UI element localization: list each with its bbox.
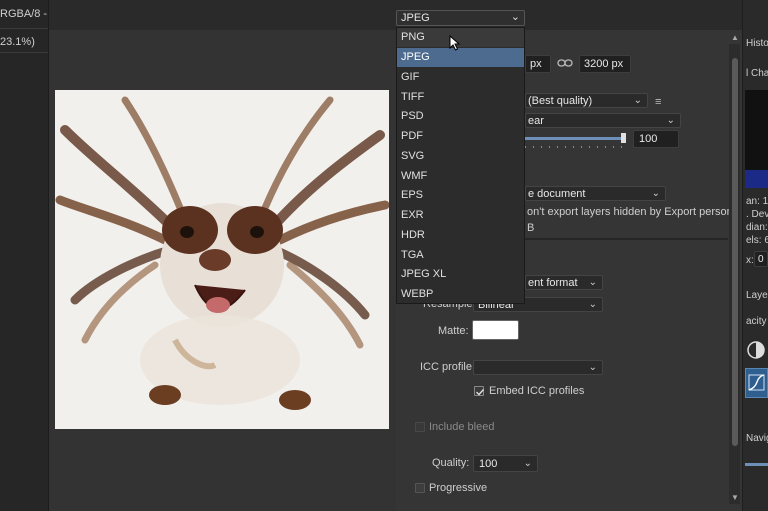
icc-profile-select[interactable]: ⌄ bbox=[473, 360, 603, 375]
quality-label: Quality: bbox=[432, 457, 470, 469]
navigator-zoom-slider[interactable] bbox=[745, 463, 768, 466]
histogram-bars bbox=[745, 170, 768, 188]
area-select[interactable]: e document ⌄ bbox=[525, 186, 666, 201]
stat-mean: an: 1 bbox=[746, 196, 768, 207]
export-note-2: B bbox=[527, 222, 535, 234]
chevron-down-icon: ⌄ bbox=[588, 362, 597, 373]
channel-select[interactable]: l Cha bbox=[746, 68, 768, 79]
include-bleed-checkbox[interactable] bbox=[415, 422, 425, 432]
quality-value: 100 bbox=[479, 458, 498, 470]
dog-painting bbox=[55, 90, 389, 429]
menu-icon[interactable]: ≡ bbox=[655, 96, 661, 108]
filter-value: ear bbox=[528, 115, 544, 127]
zoom-level: 23.1%) bbox=[0, 36, 35, 48]
chevron-down-icon: ⌄ bbox=[666, 115, 675, 126]
format-option[interactable]: GIF bbox=[397, 68, 524, 87]
format-option[interactable]: PDF bbox=[397, 127, 524, 146]
progressive-label: Progressive bbox=[429, 482, 488, 494]
format-option[interactable]: PSD bbox=[397, 107, 524, 126]
height-field[interactable]: 3200 px bbox=[579, 55, 631, 73]
stat-median: dian: bbox=[746, 222, 768, 233]
chevron-down-icon: ⌄ bbox=[588, 299, 597, 310]
stat-stddev: . Dev bbox=[746, 209, 768, 220]
chevron-down-icon: ⌄ bbox=[510, 11, 520, 23]
quality-select[interactable]: 100 ⌄ bbox=[473, 455, 538, 472]
stat-pixels: els: 6 bbox=[746, 235, 768, 246]
chevron-down-icon: ⌄ bbox=[523, 458, 532, 469]
icc-profile-label: ICC profile: bbox=[420, 361, 476, 373]
quality-slider[interactable] bbox=[525, 133, 626, 148]
format-option[interactable]: JPEG XL bbox=[397, 265, 524, 284]
format-option[interactable]: EPS bbox=[397, 186, 524, 205]
format-select-value: ent format bbox=[528, 277, 578, 289]
opacity-label: acity bbox=[746, 316, 767, 327]
file-format-value: JPEG bbox=[401, 12, 430, 24]
histogram-plot bbox=[745, 90, 768, 170]
navigator-tab[interactable]: Navig bbox=[746, 433, 768, 444]
width-suffix: px bbox=[530, 58, 542, 70]
chevron-down-icon: ⌄ bbox=[588, 277, 597, 288]
adjustment-icon[interactable] bbox=[746, 340, 766, 363]
progressive-checkbox[interactable] bbox=[415, 483, 425, 493]
x-field[interactable]: 0 bbox=[754, 251, 768, 267]
x-label: x: bbox=[746, 255, 754, 266]
scroll-up-icon[interactable]: ▲ bbox=[731, 33, 739, 42]
embed-icc-checkbox[interactable] bbox=[474, 386, 485, 396]
slider-handle[interactable] bbox=[621, 133, 626, 143]
resample-value: (Best quality) bbox=[528, 95, 593, 107]
height-value: 3200 px bbox=[584, 58, 624, 70]
matte-color-swatch[interactable] bbox=[472, 320, 519, 340]
chevron-down-icon: ⌄ bbox=[651, 188, 660, 199]
format-option[interactable]: WEBP bbox=[397, 285, 524, 304]
curves-icon[interactable] bbox=[745, 368, 768, 398]
file-format-dropdown[interactable]: JPEG ⌄ bbox=[396, 10, 525, 26]
histogram-tab[interactable]: Histo bbox=[746, 38, 768, 49]
app-left-strip bbox=[0, 0, 49, 511]
layers-tab[interactable]: Layer bbox=[746, 290, 768, 301]
scroll-thumb[interactable] bbox=[732, 58, 738, 446]
include-bleed-label: Include bleed bbox=[429, 421, 495, 433]
divider bbox=[0, 28, 48, 29]
link-icon[interactable] bbox=[557, 58, 573, 68]
format-option[interactable]: TIFF bbox=[397, 88, 524, 107]
matte-label: Matte: bbox=[438, 325, 469, 337]
embed-icc-label: Embed ICC profiles bbox=[489, 385, 585, 397]
filter-select[interactable]: ear ⌄ bbox=[525, 113, 681, 128]
quality-slider-value[interactable]: 100 bbox=[633, 130, 679, 148]
resample-select[interactable]: (Best quality) ⌄ bbox=[525, 93, 648, 108]
file-format-list: PNG JPEG GIF TIFF PSD PDF SVG WMF EPS EX… bbox=[396, 27, 525, 304]
scroll-down-icon[interactable]: ▼ bbox=[731, 493, 739, 502]
format-option[interactable]: TGA bbox=[397, 246, 524, 265]
divider bbox=[0, 52, 48, 53]
chevron-down-icon: ⌄ bbox=[633, 95, 642, 106]
format-option[interactable]: EXR bbox=[397, 206, 524, 225]
format-option[interactable]: SVG bbox=[397, 147, 524, 166]
width-field[interactable]: px bbox=[525, 55, 551, 73]
area-value: e document bbox=[528, 188, 586, 200]
mouse-cursor-icon bbox=[449, 34, 461, 54]
format-option[interactable]: HDR bbox=[397, 226, 524, 245]
export-note: on't export layers hidden by Export pers… bbox=[527, 206, 739, 218]
check-icon bbox=[476, 389, 485, 396]
format-option[interactable]: WMF bbox=[397, 167, 524, 186]
format-select[interactable]: ent format ⌄ bbox=[525, 275, 603, 290]
preview-image bbox=[55, 90, 389, 429]
